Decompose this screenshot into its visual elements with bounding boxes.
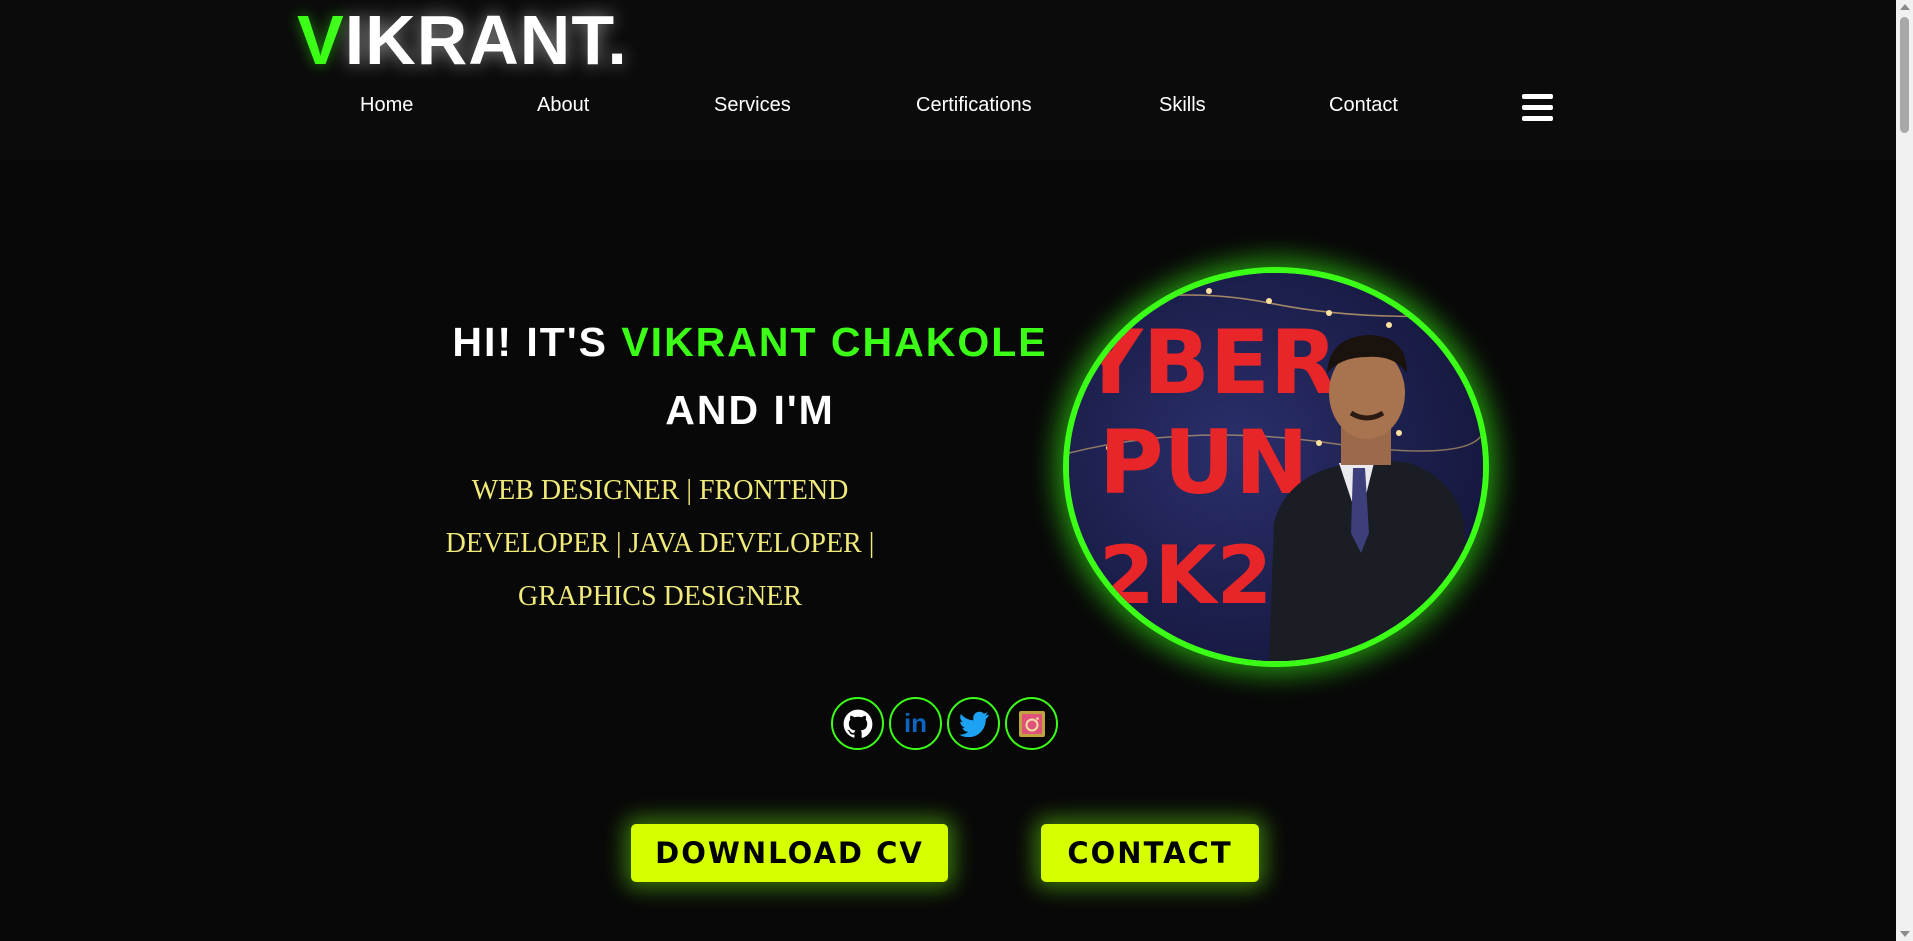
nav-services[interactable]: Services (714, 94, 791, 117)
hero-heading-line1: HI! IT'S VIKRANT CHAKOLE (400, 308, 1100, 376)
photo-sign-line-2: PUN (1099, 411, 1309, 514)
github-icon (843, 709, 872, 738)
nav-home[interactable]: Home (360, 94, 413, 117)
instagram-icon (1018, 710, 1045, 737)
hero-greeting: HI! IT'S (452, 319, 608, 365)
site-logo[interactable]: VIKRANT. (297, 2, 628, 78)
hero-roles: WEB DESIGNER | FRONTEND DEVELOPER | JAVA… (410, 464, 910, 623)
profile-photo: YBER PUN 2K2 (1063, 267, 1489, 667)
scroll-down-icon[interactable] (1900, 931, 1910, 937)
linkedin-icon: in (903, 708, 928, 738)
roles-line-2: DEVELOPER | JAVA DEVELOPER | (445, 528, 875, 559)
scrollbar-thumb[interactable] (1900, 17, 1909, 133)
photo-sign-line-1: YBER (1078, 311, 1338, 414)
social-links: in (831, 697, 1061, 751)
logo-accent-letter: V (297, 1, 345, 79)
roles-line-1: WEB DESIGNER | FRONTEND (471, 475, 849, 506)
nav-contact[interactable]: Contact (1329, 94, 1398, 117)
linkedin-link[interactable]: in (889, 697, 942, 750)
hero-heading: HI! IT'S VIKRANT CHAKOLE AND I'M (400, 308, 1100, 444)
main-nav: Home About Services Certifications Skill… (0, 94, 1896, 124)
hero-heading-line2: AND I'M (665, 387, 835, 433)
download-cv-button[interactable]: DOWNLOAD CV (631, 824, 948, 882)
instagram-link[interactable] (1005, 697, 1058, 750)
twitter-link[interactable] (947, 697, 1000, 750)
scroll-up-icon[interactable] (1900, 4, 1910, 10)
github-link[interactable] (831, 697, 884, 750)
hero-name: VIKRANT CHAKOLE (621, 319, 1048, 365)
profile-photo-illustration: YBER PUN 2K2 (1069, 273, 1483, 661)
page-scrollbar[interactable] (1896, 0, 1913, 941)
portfolio-page: VIKRANT. Home About Services Certificati… (0, 0, 1913, 941)
nav-skills[interactable]: Skills (1159, 94, 1206, 117)
site-header: VIKRANT. Home About Services Certificati… (0, 0, 1896, 160)
hamburger-icon[interactable] (1522, 94, 1553, 121)
contact-button[interactable]: CONTACT (1041, 824, 1259, 882)
photo-sign-line-3: 2K2 (1099, 529, 1272, 622)
nav-about[interactable]: About (537, 94, 589, 117)
twitter-icon (958, 711, 988, 737)
logo-text: IKRANT. (344, 1, 628, 79)
nav-certifications[interactable]: Certifications (916, 94, 1032, 117)
roles-line-3: GRAPHICS DESIGNER (518, 581, 802, 612)
